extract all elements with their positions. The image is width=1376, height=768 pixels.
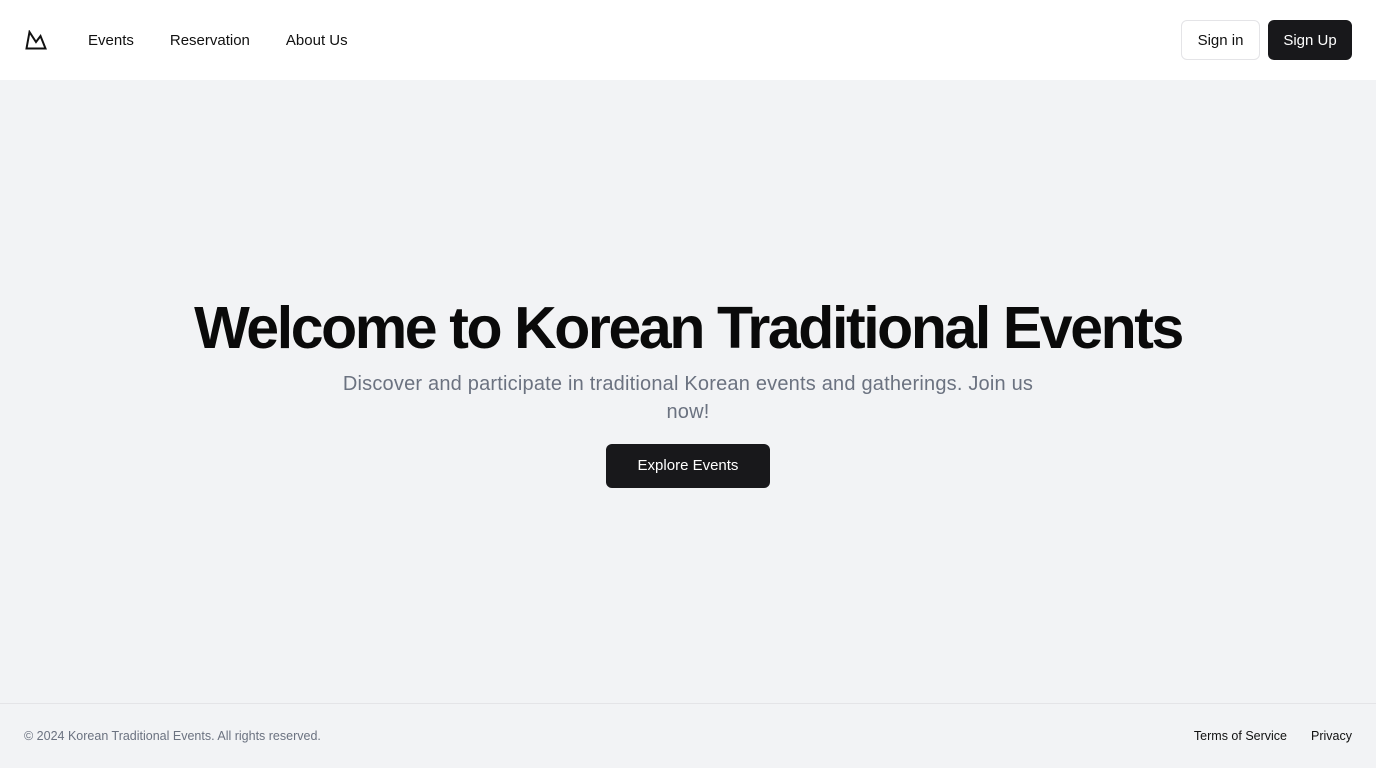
- nav-link-about-us[interactable]: About Us: [286, 32, 348, 49]
- hero-section: Welcome to Korean Traditional Events Dis…: [0, 80, 1376, 703]
- explore-events-button[interactable]: Explore Events: [606, 443, 770, 488]
- footer-links: Terms of Service Privacy: [1194, 729, 1352, 743]
- header-actions: Sign in Sign Up: [1181, 20, 1352, 60]
- copyright-text: © 2024 Korean Traditional Events. All ri…: [24, 729, 321, 743]
- terms-of-service-link[interactable]: Terms of Service: [1194, 729, 1287, 743]
- sign-up-button[interactable]: Sign Up: [1268, 20, 1352, 60]
- site-header: Events Reservation About Us Sign in Sign…: [0, 0, 1376, 80]
- sign-in-button[interactable]: Sign in: [1181, 20, 1260, 60]
- hero-title: Welcome to Korean Traditional Events: [194, 294, 1184, 361]
- nav-link-events[interactable]: Events: [88, 32, 134, 49]
- site-footer: © 2024 Korean Traditional Events. All ri…: [0, 703, 1376, 768]
- privacy-link[interactable]: Privacy: [1311, 729, 1352, 743]
- mountain-icon[interactable]: [24, 28, 48, 52]
- main-nav: Events Reservation About Us: [88, 32, 384, 49]
- page: Events Reservation About Us Sign in Sign…: [0, 0, 1376, 768]
- nav-link-reservation[interactable]: Reservation: [170, 32, 250, 49]
- hero-subtitle: Discover and participate in traditional …: [342, 372, 1034, 423]
